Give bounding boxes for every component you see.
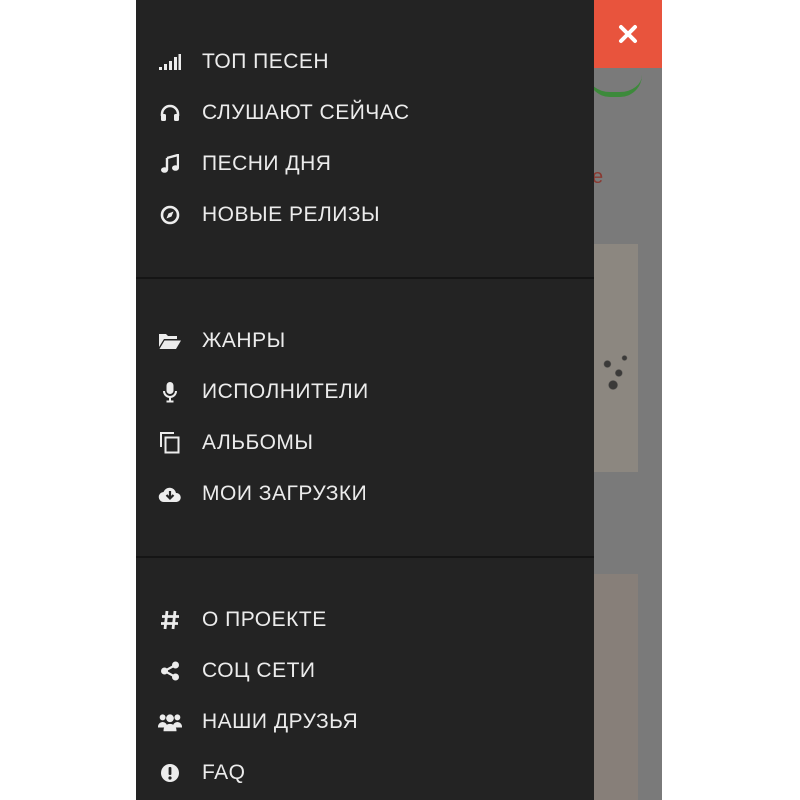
exclamation-circle-icon: [158, 761, 182, 785]
menu-item-label: МОИ ЗАГРУЗКИ: [202, 482, 368, 505]
menu-divider: [136, 556, 594, 558]
music-note-icon: [158, 152, 182, 176]
folder-open-icon: [158, 329, 182, 353]
menu-item-label: ИСПОЛНИТЕЛИ: [202, 380, 369, 403]
menu-divider: [136, 277, 594, 279]
menu-item-new-releases[interactable]: НОВЫЕ РЕЛИЗЫ: [158, 197, 380, 233]
menu-item-top-songs[interactable]: ТОП ПЕСЕН: [158, 44, 329, 80]
menu-item-our-friends[interactable]: НАШИ ДРУЗЬЯ: [158, 704, 358, 740]
microphone-icon: [158, 380, 182, 404]
menu-item-label: НОВЫЕ РЕЛИЗЫ: [202, 203, 381, 226]
users-icon: [158, 710, 182, 734]
menu-item-albums[interactable]: АЛЬБОМЫ: [158, 425, 314, 461]
cloud-download-icon: [158, 482, 182, 506]
copy-icon: [158, 431, 182, 455]
menu-item-artists[interactable]: ИСПОЛНИТЕЛИ: [158, 374, 369, 410]
hashtag-icon: [158, 608, 182, 632]
menu-item-label: FAQ: [202, 761, 246, 784]
menu-item-label: О ПРОЕКТЕ: [202, 608, 327, 631]
menu-item-label: СОЦ СЕТИ: [202, 659, 316, 682]
close-icon: [618, 24, 638, 44]
menu-item-songs-of-day[interactable]: ПЕСНИ ДНЯ: [158, 146, 331, 182]
headphones-icon: [158, 101, 182, 125]
app-viewport: е ТОП ПЕСЕН СЛУШАЮТ СЕЙЧАС ПЕСНИ ДНЯ НОВ…: [136, 0, 662, 800]
menu-item-label: СЛУШАЮТ СЕЙЧАС: [202, 101, 410, 124]
album-thumbnail: [592, 244, 638, 472]
menu-item-social-networks[interactable]: СОЦ СЕТИ: [158, 653, 316, 689]
signal-bars-icon: [158, 50, 182, 74]
menu-item-genres[interactable]: ЖАНРЫ: [158, 323, 286, 359]
menu-item-label: НАШИ ДРУЗЬЯ: [202, 710, 359, 733]
menu-item-label: ПЕСНИ ДНЯ: [202, 152, 332, 175]
share-icon: [158, 659, 182, 683]
close-menu-button[interactable]: [594, 0, 662, 68]
menu-item-label: ЖАНРЫ: [202, 329, 286, 352]
side-menu-drawer: ТОП ПЕСЕН СЛУШАЮТ СЕЙЧАС ПЕСНИ ДНЯ НОВЫЕ…: [136, 0, 594, 800]
album-thumbnail: [592, 574, 638, 800]
menu-item-about-project[interactable]: О ПРОЕКТЕ: [158, 602, 327, 638]
menu-item-listening-now[interactable]: СЛУШАЮТ СЕЙЧАС: [158, 95, 410, 131]
menu-item-label: АЛЬБОМЫ: [202, 431, 314, 454]
menu-item-label: ТОП ПЕСЕН: [202, 50, 330, 73]
compass-icon: [158, 203, 182, 227]
menu-item-faq[interactable]: FAQ: [158, 755, 246, 791]
menu-item-my-downloads[interactable]: МОИ ЗАГРУЗКИ: [158, 476, 367, 512]
